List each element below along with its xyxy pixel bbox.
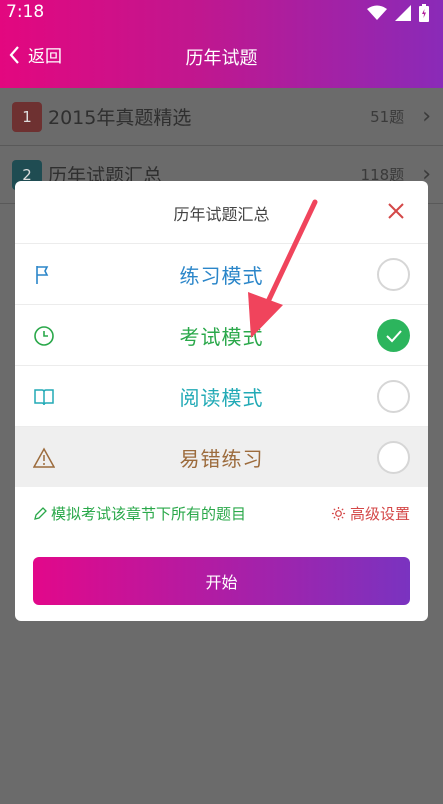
close-icon[interactable] <box>384 199 408 223</box>
status-time: 7:18 <box>6 2 45 22</box>
dialog-header: 历年试题汇总 <box>15 181 428 243</box>
app-header: 7:18 返回 历年试题 <box>0 0 443 88</box>
list-item-count: 51题 <box>370 108 405 126</box>
wifi-icon <box>367 5 387 20</box>
page-title: 历年试题 <box>185 48 258 69</box>
status-icons <box>367 4 429 22</box>
mode-reading[interactable]: 阅读模式 <box>15 365 428 426</box>
status-bar: 7:18 <box>0 0 443 26</box>
radio-button-checked[interactable] <box>377 319 410 352</box>
check-icon <box>386 330 402 343</box>
list-item[interactable]: 1 2015年真题精选 51题 › <box>0 88 443 146</box>
advanced-settings-label: 高级设置 <box>349 505 410 523</box>
mode-label: 考试模式 <box>179 325 264 349</box>
dialog-title: 历年试题汇总 <box>173 205 270 224</box>
mode-label: 练习模式 <box>179 264 264 288</box>
radio-button[interactable] <box>377 441 410 474</box>
title-bar: 返回 历年试题 <box>0 32 443 82</box>
radio-button[interactable] <box>377 258 410 291</box>
mode-hint: 模拟考试该章节下所有的题目 <box>33 503 246 524</box>
mode-practice[interactable]: 练习模式 <box>15 243 428 304</box>
list-item-label: 2015年真题精选 <box>48 107 192 129</box>
signal-icon <box>395 5 411 21</box>
battery-icon <box>419 4 429 22</box>
radio-button[interactable] <box>377 380 410 413</box>
mode-mistakes[interactable]: 易错练习 <box>15 426 428 487</box>
mode-label: 易错练习 <box>179 447 264 471</box>
mode-exam[interactable]: 考试模式 <box>15 304 428 365</box>
advanced-settings-link[interactable]: 高级设置 <box>331 503 410 524</box>
mode-dialog: 历年试题汇总 练习模式 考试模式 阅读模式 易错练习 模拟考试该章节下所有的题目… <box>15 181 428 621</box>
mode-label: 阅读模式 <box>179 386 264 410</box>
chevron-right-icon: › <box>422 104 431 129</box>
pencil-icon <box>34 506 47 520</box>
list-item-number: 1 <box>12 101 42 132</box>
start-button[interactable]: 开始 <box>33 557 410 605</box>
hint-text: 模拟考试该章节下所有的题目 <box>51 505 247 523</box>
gear-icon <box>331 506 346 521</box>
